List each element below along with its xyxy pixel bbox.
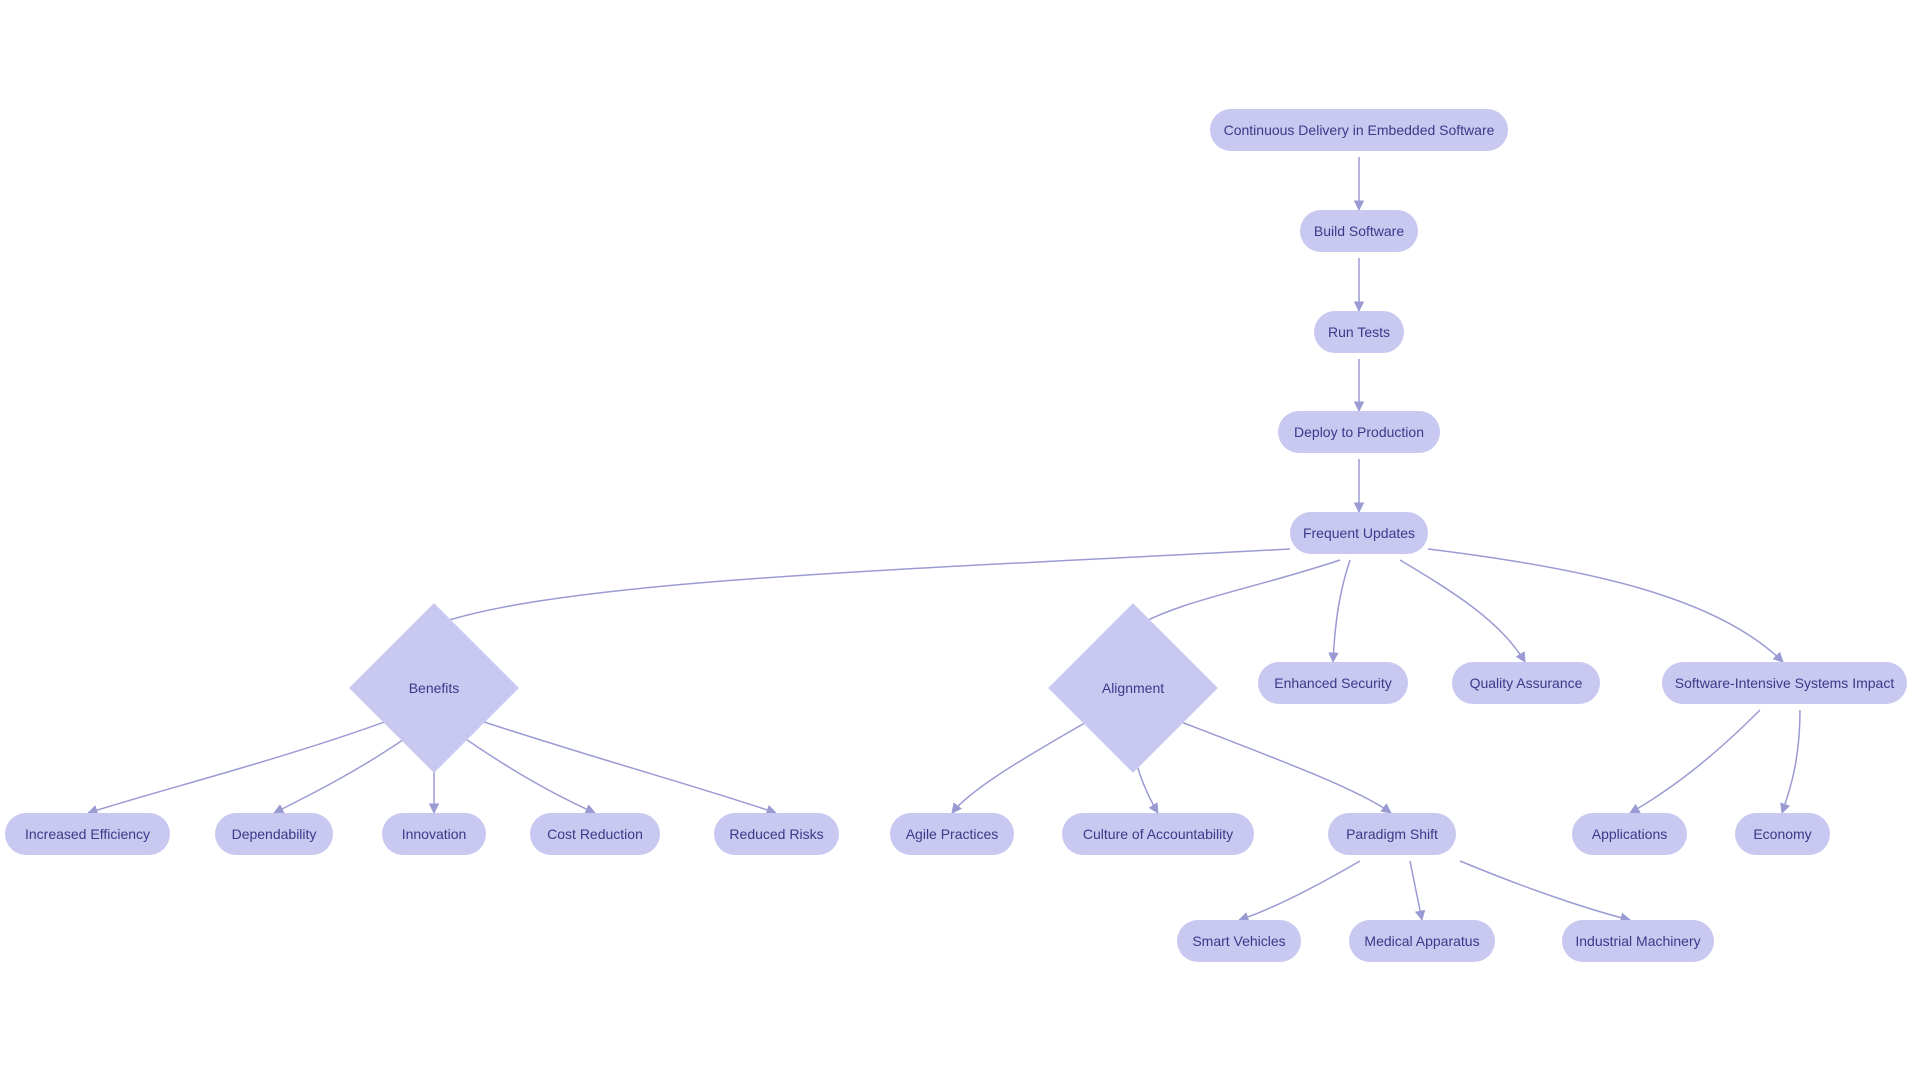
- node-culture: Culture of Accountability: [1062, 813, 1254, 855]
- node-innovation: Innovation: [382, 813, 486, 855]
- node-paradigm: Paradigm Shift: [1328, 813, 1456, 855]
- node-impact: Software-Intensive Systems Impact: [1662, 662, 1907, 704]
- node-label: Dependability: [232, 826, 317, 842]
- node-label: Increased Efficiency: [25, 826, 150, 842]
- node-industrial: Industrial Machinery: [1562, 920, 1714, 962]
- node-qa: Quality Assurance: [1452, 662, 1600, 704]
- node-root: Continuous Delivery in Embedded Software: [1210, 109, 1508, 151]
- node-label: Innovation: [402, 826, 467, 842]
- node-label: Industrial Machinery: [1575, 933, 1700, 949]
- node-label: Software-Intensive Systems Impact: [1675, 675, 1894, 691]
- node-label: Continuous Delivery in Embedded Software: [1224, 122, 1495, 138]
- node-label: Medical Apparatus: [1364, 933, 1479, 949]
- node-label: Deploy to Production: [1294, 424, 1424, 440]
- node-security: Enhanced Security: [1258, 662, 1408, 704]
- node-dependability: Dependability: [215, 813, 333, 855]
- node-tests: Run Tests: [1314, 311, 1404, 353]
- node-benefits: Benefits: [374, 628, 494, 748]
- node-medical: Medical Apparatus: [1349, 920, 1495, 962]
- edges-layer: [0, 0, 1920, 1080]
- node-label: Smart Vehicles: [1192, 933, 1285, 949]
- node-label: Agile Practices: [906, 826, 999, 842]
- node-label: Quality Assurance: [1470, 675, 1583, 691]
- flowchart-canvas: Continuous Delivery in Embedded Software…: [0, 0, 1920, 1080]
- node-label: Cost Reduction: [547, 826, 643, 842]
- node-label: Applications: [1592, 826, 1668, 842]
- node-label: Frequent Updates: [1303, 525, 1415, 541]
- node-label: Economy: [1753, 826, 1811, 842]
- node-smart: Smart Vehicles: [1177, 920, 1301, 962]
- node-label: Enhanced Security: [1274, 675, 1392, 691]
- node-risks: Reduced Risks: [714, 813, 839, 855]
- node-label: Benefits: [409, 680, 460, 696]
- node-build: Build Software: [1300, 210, 1418, 252]
- node-agile: Agile Practices: [890, 813, 1014, 855]
- node-label: Run Tests: [1328, 324, 1390, 340]
- node-economy: Economy: [1735, 813, 1830, 855]
- node-deploy: Deploy to Production: [1278, 411, 1440, 453]
- node-updates: Frequent Updates: [1290, 512, 1428, 554]
- node-alignment: Alignment: [1073, 628, 1193, 748]
- node-label: Alignment: [1102, 680, 1164, 696]
- node-label: Culture of Accountability: [1083, 826, 1233, 842]
- node-applications: Applications: [1572, 813, 1687, 855]
- node-label: Reduced Risks: [729, 826, 823, 842]
- node-efficiency: Increased Efficiency: [5, 813, 170, 855]
- node-cost: Cost Reduction: [530, 813, 660, 855]
- node-label: Paradigm Shift: [1346, 826, 1438, 842]
- node-label: Build Software: [1314, 223, 1404, 239]
